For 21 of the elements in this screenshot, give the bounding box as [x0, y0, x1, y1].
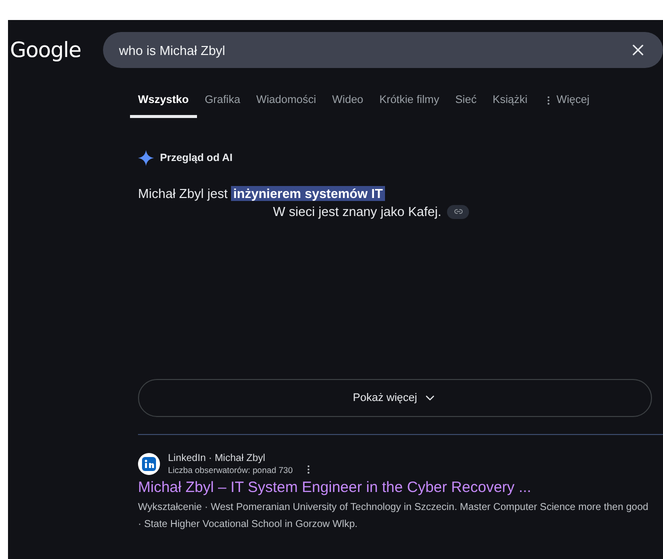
ai-answer-text: W sieci jest znany jako Kafej. [273, 204, 442, 219]
tab[interactable]: Wiadomości [248, 90, 324, 118]
tab[interactable]: Wszystko [130, 90, 197, 118]
tab[interactable]: Grafika [196, 90, 248, 118]
sparkle-icon [138, 150, 154, 166]
ai-answer-text: Michał Zbyl jest inżynierem systemów IT [138, 186, 386, 201]
link-icon[interactable] [447, 204, 470, 218]
ai-overview-title: Przegląd od AI [160, 152, 233, 164]
show-more-button[interactable]: Pokaż więcej [138, 379, 652, 417]
tab[interactable]: Sieć [447, 90, 485, 118]
search-field[interactable]: who is Michał Zbyl [103, 32, 663, 68]
site-icon [138, 453, 160, 475]
result-snippet: Wykształcenie · West Pomeranian University of Technology in Szczecin. Master Computer Science more then good · State Higher Vocational School in Gorzow Wlkp. [138, 501, 650, 532]
result-source: LinkedIn · Michał Zbyl [168, 453, 266, 464]
result-meta: Liczba obserwatorów: ponad 730 [168, 464, 293, 474]
tab[interactable]: Książki [484, 90, 536, 118]
tab[interactable]: Krótkie filmy [371, 90, 448, 118]
tab[interactable]: Wideo [324, 90, 372, 118]
result-title-link[interactable]: Michał Zbyl – IT System Engineer in the Cyber Recovery ... [138, 479, 663, 496]
tab[interactable]: Więcej [535, 90, 598, 118]
google-logo[interactable]: Google [8, 38, 103, 62]
